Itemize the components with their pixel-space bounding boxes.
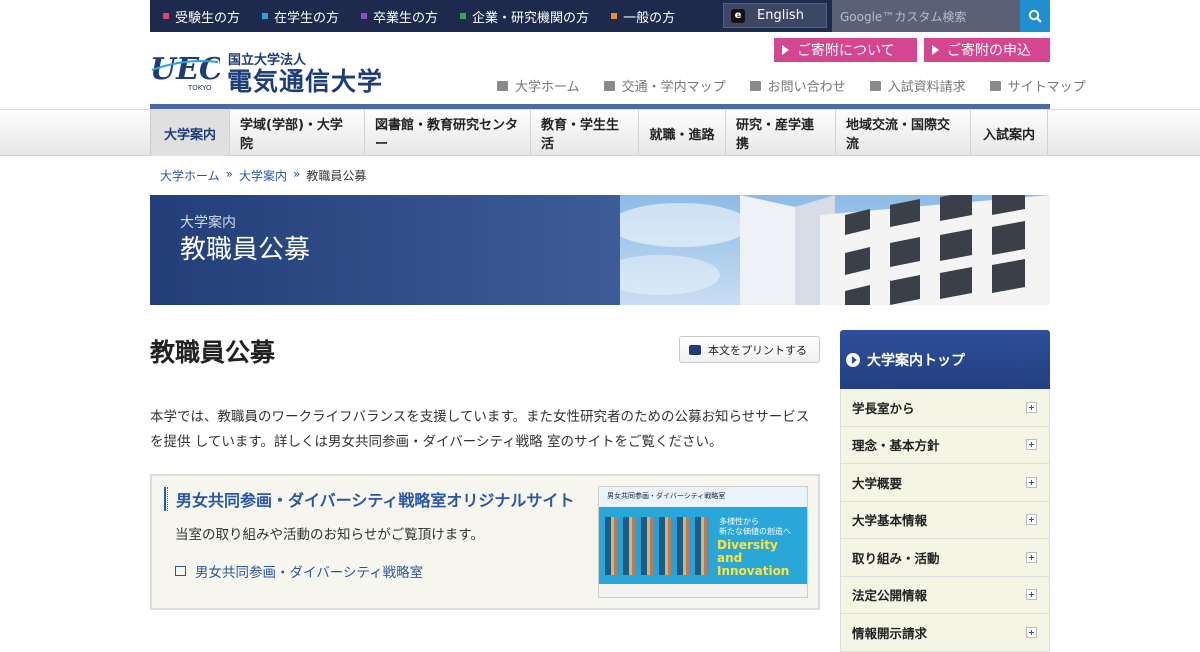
breadcrumb-home[interactable]: 大学ホーム <box>160 167 220 184</box>
audience-link-companies[interactable]: 企業・研究機関の方 <box>460 7 589 26</box>
train-icon <box>603 80 615 91</box>
diversity-site-thumbnail[interactable]: 男女共同参画・ダイバーシティ戦略室 多様性から 新たな価値の創造へ Divers… <box>598 486 808 598</box>
breadcrumb: 大学ホーム » 大学案内 » 教職員公募 <box>160 167 366 184</box>
arrow-circle-icon <box>846 352 860 367</box>
arrow-icon <box>932 45 939 55</box>
sitemap-icon <box>989 80 1001 91</box>
gnav-research[interactable]: 研究・産学連携 <box>726 110 836 156</box>
audience-link-alumni[interactable]: 卒業生の方 <box>361 7 438 26</box>
home-icon <box>497 80 508 91</box>
bullet-icon <box>262 13 269 19</box>
thumb-lead: 多様性から 新たな価値の創造へ <box>719 517 791 536</box>
sidebar-item-president[interactable]: 学長室から <box>840 389 1050 427</box>
gnav-admission[interactable]: 入試案内 <box>971 110 1048 156</box>
box-title: 男女共同参画・ダイバーシティ戦略室オリジナルサイト <box>176 491 575 510</box>
bullet-icon <box>460 13 467 19</box>
breadcrumb-about[interactable]: 大学案内 <box>239 167 287 184</box>
hero-title: 教職員公募 <box>180 235 311 265</box>
sidebar-item-activities[interactable]: 取り組み・活動 <box>840 539 1050 577</box>
breadcrumb-separator-icon: » <box>293 167 301 181</box>
bullet-icon <box>361 13 368 19</box>
expand-icon[interactable] <box>1026 589 1037 601</box>
donation-apply-button[interactable]: ご寄附の申込 <box>924 38 1050 62</box>
breadcrumb-separator-icon: » <box>225 167 233 181</box>
page-hero: 大学案内 教職員公募 <box>150 195 1050 305</box>
diversity-office-link[interactable]: 男女共同参画・ダイバーシティ戦略室 <box>175 561 423 581</box>
sidebar-item-basic-info[interactable]: 大学基本情報 <box>840 501 1050 539</box>
bullet-icon <box>611 13 618 19</box>
printer-icon <box>689 344 701 355</box>
sidebar-item-disclosure[interactable]: 法定公開情報 <box>840 576 1050 614</box>
hero-building-photo <box>600 195 1050 305</box>
search-icon <box>1028 9 1042 23</box>
arrow-icon <box>782 45 789 55</box>
gnav-international[interactable]: 地域交流・国際交流 <box>836 110 971 156</box>
org-name: 電気通信大学 <box>227 67 384 96</box>
gnav-faculties[interactable]: 学域(学部)・大学院 <box>230 110 365 156</box>
audience-link-examinees[interactable]: 受験生の方 <box>163 7 240 26</box>
donation-info-button[interactable]: ご寄附について <box>774 38 917 62</box>
util-link-home[interactable]: 大学ホーム <box>497 76 580 95</box>
breadcrumb-current: 教職員公募 <box>306 169 367 183</box>
box-description: 当室の取り組みや活動のお知らせがご覧頂けます。 <box>175 527 484 543</box>
svg-text:TOKYO: TOKYO <box>187 84 212 92</box>
audience-link-public[interactable]: 一般の方 <box>611 7 675 26</box>
thumb-heading: 男女共同参画・ダイバーシティ戦略室 <box>607 492 726 500</box>
gnav-about[interactable]: 大学案内 <box>150 110 230 156</box>
expand-icon[interactable] <box>1026 401 1037 413</box>
global-nav: 大学案内 学域(学部)・大学院 図書館・教育研究センター 教育・学生生活 就職・… <box>0 110 1200 156</box>
english-button[interactable]: e English <box>723 3 827 28</box>
external-link-icon <box>175 566 186 576</box>
svg-text:UEC: UEC <box>150 52 220 87</box>
people-illustration <box>605 517 709 575</box>
uec-logo-icon: UEC TOKYO <box>150 52 220 92</box>
sidebar-top-link[interactable]: 大学案内トップ <box>840 330 1050 389</box>
sidebar-item-philosophy[interactable]: 理念・基本方針 <box>840 426 1050 464</box>
util-link-sitemap[interactable]: サイトマップ <box>989 76 1086 95</box>
gnav-career[interactable]: 就職・進路 <box>639 110 726 156</box>
thumb-title: Diversity and Innovation <box>717 538 790 578</box>
sidebar-item-info-request[interactable]: 情報開示請求 <box>840 614 1050 652</box>
intro-text: 本学では、教職員のワークライフバランスを支援しています。また女性研究者のための公… <box>150 409 810 450</box>
gnav-education[interactable]: 教育・学生生活 <box>531 110 639 156</box>
expand-icon[interactable] <box>1026 476 1037 488</box>
expand-icon[interactable] <box>1026 439 1037 451</box>
util-link-contact[interactable]: お問い合わせ <box>749 76 846 95</box>
util-link-access[interactable]: 交通・学内マップ <box>603 76 726 95</box>
util-link-request[interactable]: 入試資料請求 <box>869 76 966 95</box>
gnav-library[interactable]: 図書館・教育研究センター <box>365 110 531 156</box>
search-button[interactable] <box>1020 0 1050 32</box>
top-bar: 受験生の方 在学生の方 卒業生の方 企業・研究機関の方 一般の方 e Engli… <box>150 0 1050 32</box>
expand-icon[interactable] <box>1026 626 1037 638</box>
page-title: 教職員公募 <box>150 338 276 367</box>
bullet-icon <box>163 13 169 19</box>
expand-icon[interactable] <box>1026 514 1037 526</box>
heading-marker-icon <box>164 487 168 511</box>
mail-icon <box>749 80 761 91</box>
expand-icon[interactable] <box>1026 551 1037 563</box>
utility-nav: 大学ホーム 交通・学内マップ お問い合わせ 入試資料請求 サイトマップ <box>497 76 1086 95</box>
print-button[interactable]: 本文をプリントする <box>679 336 820 363</box>
audience-nav: 受験生の方 在学生の方 卒業生の方 企業・研究機関の方 一般の方 <box>163 0 697 32</box>
english-icon: e <box>731 8 745 23</box>
document-icon <box>869 80 881 91</box>
audience-link-students[interactable]: 在学生の方 <box>262 7 339 26</box>
sidebar: 大学案内トップ 学長室から 理念・基本方針 大学概要 大学基本情報 取り組み・活… <box>840 330 1050 652</box>
building-image <box>600 195 1050 305</box>
sidebar-item-overview[interactable]: 大学概要 <box>840 464 1050 502</box>
diversity-site-box: 男女共同参画・ダイバーシティ戦略室オリジナルサイト 当室の取り組みや活動のお知ら… <box>150 474 820 610</box>
university-logo[interactable]: UEC TOKYO <box>150 50 220 92</box>
search-input[interactable]: Google™カスタム検索 <box>832 0 1020 32</box>
